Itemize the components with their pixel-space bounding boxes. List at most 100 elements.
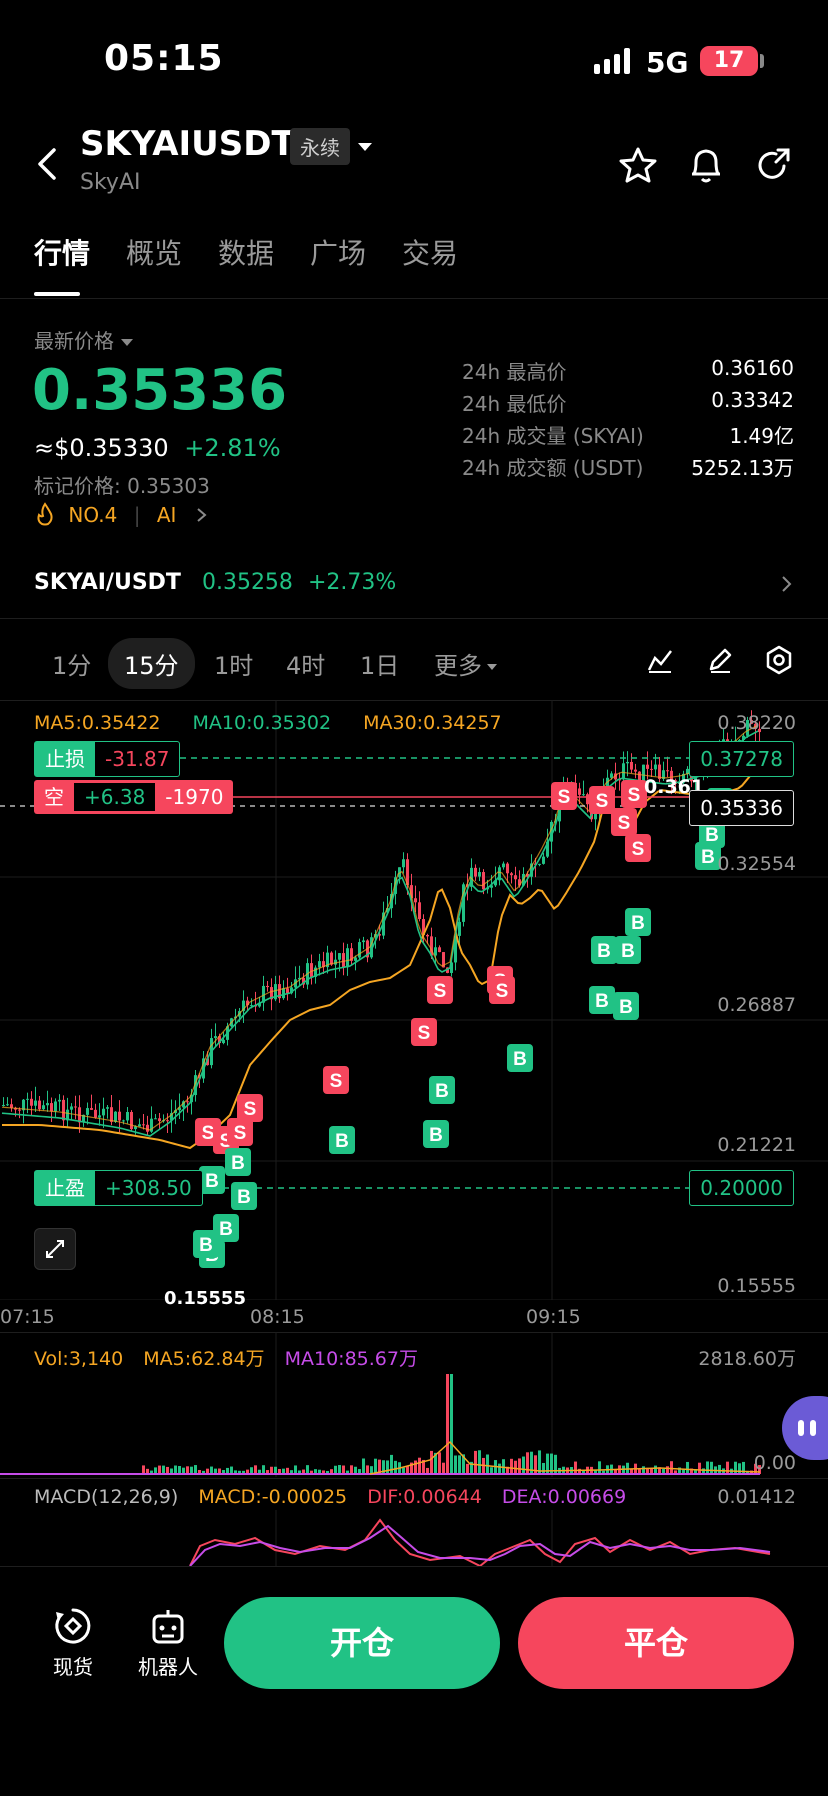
take-profit-label: 止盈	[35, 1171, 95, 1205]
signal-icon	[594, 48, 634, 74]
star-icon[interactable]	[618, 146, 658, 188]
battery-icon: 17	[700, 46, 758, 76]
volume-bar	[734, 1461, 737, 1474]
volume-bar	[306, 1465, 309, 1474]
stat-value: 0.33342	[711, 388, 794, 412]
settings-icon[interactable]	[764, 645, 794, 675]
volume-bar	[390, 1454, 393, 1474]
stat-row: 24h 成交量 (SKYAI) 1.49亿	[462, 420, 794, 452]
tf-1d[interactable]: 1日	[360, 646, 399, 681]
candle-body	[338, 953, 341, 960]
bot-nav[interactable]: 机器人	[134, 1606, 202, 1680]
volume-bar	[366, 1465, 369, 1474]
tf-15m[interactable]: 15分	[108, 638, 195, 689]
candle-body	[10, 1104, 13, 1108]
candle-body	[630, 761, 633, 770]
network-label: 5G	[646, 46, 689, 79]
price-change: +2.81%	[184, 434, 281, 462]
ma-legend: MA5:0.35422 MA10:0.35302 MA30:0.34257	[34, 712, 502, 734]
candle-body	[418, 902, 421, 920]
candle-body	[70, 1106, 73, 1110]
candle-body	[458, 921, 461, 936]
status-time: 05:15	[104, 38, 224, 79]
tf-1h[interactable]: 1时	[214, 646, 253, 681]
open-position-button[interactable]: 开仓	[224, 1597, 500, 1689]
volume-bar	[438, 1452, 441, 1474]
short-qty: -1970	[165, 785, 224, 809]
draw-icon[interactable]	[706, 646, 734, 674]
svg-text:B: B	[595, 991, 609, 1012]
tf-4h[interactable]: 4时	[286, 646, 325, 681]
stop-loss-tag[interactable]: 止损 -31.87	[34, 741, 181, 777]
tab-trade[interactable]: 交易	[402, 232, 458, 272]
candle-body	[506, 863, 509, 874]
tf-1m[interactable]: 1分	[52, 646, 91, 681]
tab-square[interactable]: 广场	[310, 232, 366, 272]
indicator-icon[interactable]	[646, 646, 674, 674]
volume-bar	[738, 1463, 741, 1474]
candle-body	[122, 1120, 125, 1122]
candle-body	[582, 794, 585, 796]
candle-body	[142, 1124, 145, 1126]
stat-label: 24h 最高价	[462, 360, 567, 384]
divider	[0, 618, 828, 619]
candle-body	[478, 872, 481, 877]
back-icon[interactable]	[32, 144, 62, 184]
stat-value: 0.36160	[711, 356, 794, 380]
svg-text:B: B	[429, 1125, 443, 1146]
candle-body	[266, 985, 269, 988]
pair-title[interactable]: SKYAIUSDT	[80, 124, 295, 164]
svg-text:S: S	[618, 813, 631, 834]
assistant-bubble[interactable]	[782, 1396, 828, 1460]
tab-data[interactable]: 数据	[218, 232, 274, 272]
svg-text:S: S	[234, 1123, 247, 1144]
candle-body	[158, 1118, 161, 1122]
price-label[interactable]: 最新价格	[34, 325, 134, 354]
volume-bar	[574, 1461, 577, 1474]
volume-bar	[486, 1454, 489, 1474]
volume-bar	[394, 1460, 397, 1474]
candle-body	[622, 763, 625, 780]
buy-marker: B	[615, 936, 641, 964]
tf-more[interactable]: 更多	[434, 646, 498, 681]
bell-icon[interactable]	[686, 144, 726, 190]
candle-body	[666, 770, 669, 772]
macd-dif: DIF:0.00644	[367, 1486, 482, 1508]
candle-body	[18, 1109, 21, 1111]
candle-body	[586, 794, 589, 805]
buy-marker: B	[199, 1166, 225, 1194]
spot-nav[interactable]: 现货	[46, 1606, 100, 1680]
tab-market[interactable]: 行情	[34, 232, 90, 272]
tab-overview[interactable]: 概览	[126, 232, 182, 272]
spot-change: +2.73%	[307, 570, 397, 595]
volume-bar	[430, 1450, 433, 1474]
candle-body	[222, 1039, 225, 1044]
fullscreen-icon[interactable]	[34, 1228, 76, 1270]
divider	[0, 298, 828, 299]
short-position-tag[interactable]: 空 +6.38 -1970	[34, 780, 234, 814]
candle-body	[510, 873, 513, 876]
robot-icon	[152, 1610, 184, 1644]
sector-tag: AI	[156, 503, 177, 527]
volume-bar	[706, 1461, 709, 1474]
price-axis-label: 0.26887	[717, 994, 796, 1016]
pair-dropdown-icon[interactable]	[356, 138, 374, 157]
rank-row[interactable]: NO.4 | AI	[34, 502, 209, 527]
share-icon[interactable]	[754, 144, 794, 188]
sell-marker: S	[237, 1094, 263, 1122]
volume-bar	[274, 1466, 277, 1474]
spot-row[interactable]: SKYAI/USDT 0.35258 +2.73%	[34, 570, 794, 595]
svg-text:B: B	[231, 1153, 245, 1174]
volume-bar	[342, 1465, 345, 1474]
buy-marker: B	[429, 1076, 455, 1104]
svg-text:B: B	[219, 1219, 233, 1240]
candle-body	[90, 1108, 93, 1110]
svg-text:B: B	[237, 1187, 251, 1208]
timeframe-bar: 1分 15分 1时 4时 1日 更多	[0, 638, 828, 689]
low-marker: 0.15555	[164, 1288, 246, 1309]
take-profit-value: +308.50	[105, 1176, 192, 1200]
volume-bar	[686, 1461, 689, 1474]
close-position-button[interactable]: 平仓	[518, 1597, 794, 1689]
volume-bar	[474, 1450, 477, 1474]
take-profit-tag[interactable]: 止盈 +308.50	[34, 1170, 203, 1206]
